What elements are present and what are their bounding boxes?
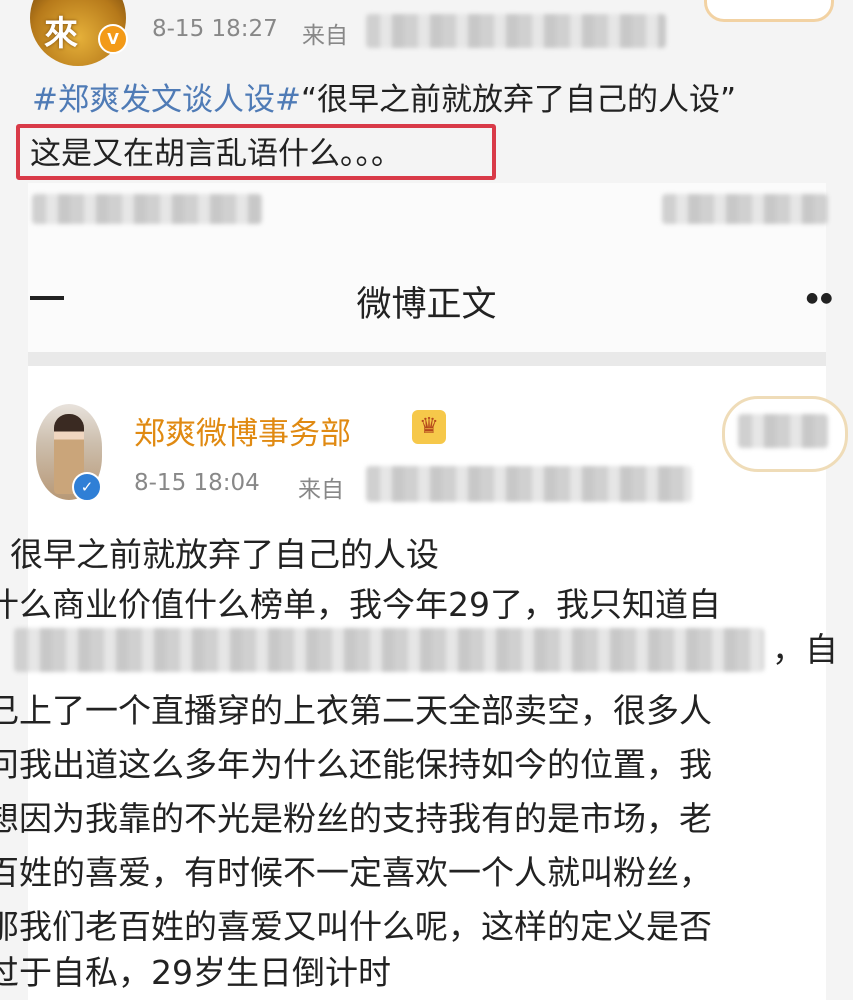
body-line: 很早之前就放弃了自己的人设	[10, 535, 439, 574]
outer-source-redacted	[366, 14, 666, 48]
body-line: 那我们老百姓的喜爱又叫什么呢，这样的定义是否	[0, 907, 712, 946]
account-name[interactable]: 郑爽微博事务部	[134, 408, 351, 453]
post-text-line-1: #郑爽发文谈人设#“很早之前就放弃了自己的人设”	[32, 78, 736, 122]
section-divider	[28, 352, 826, 366]
embedded-post-time: 8-15 18:04	[134, 470, 260, 496]
body-line: 己上了一个直播穿的上衣第二天全部卖空，很多人	[0, 691, 712, 730]
body-line: 什么商业价值什么榜单，我今年29了，我只知道自	[0, 585, 721, 624]
embedded-page-title: 微博正文	[356, 285, 497, 325]
body-line-redacted	[14, 628, 764, 672]
follow-button[interactable]	[704, 0, 834, 22]
highlight-box	[16, 124, 496, 180]
follow-button-redacted	[738, 414, 828, 448]
outer-post-time: 8-15 18:27	[152, 16, 278, 42]
body-line: 问我出道这么多年为什么还能保持如今的位置，我	[0, 745, 712, 784]
body-line: 百姓的喜爱，有时候不一定喜欢一个人就叫粉丝，	[0, 853, 712, 892]
body-line: 想因为我靠的不光是粉丝的支持我有的是市场，老	[0, 799, 712, 838]
status-bar-redacted-right	[662, 194, 828, 224]
verified-badge-icon: ✓	[72, 472, 102, 502]
body-line: 过于自私，29岁生日倒计时	[0, 953, 391, 992]
outer-source-label: 来自	[302, 23, 348, 49]
post-quote: “很早之前就放弃了自己的人设”	[300, 82, 737, 118]
status-bar-redacted-left	[32, 194, 262, 224]
embedded-source-redacted	[366, 466, 692, 502]
more-icon[interactable]: ●●	[806, 290, 834, 306]
topic-link[interactable]: #郑爽发文谈人设#	[32, 82, 301, 118]
crown-icon: ♛	[412, 410, 446, 444]
body-line-tail: ，自	[772, 630, 838, 669]
outer-avatar-glyph: 來	[44, 14, 78, 54]
verified-badge-icon: V	[98, 24, 128, 54]
embedded-source-label: 来自	[298, 477, 344, 503]
